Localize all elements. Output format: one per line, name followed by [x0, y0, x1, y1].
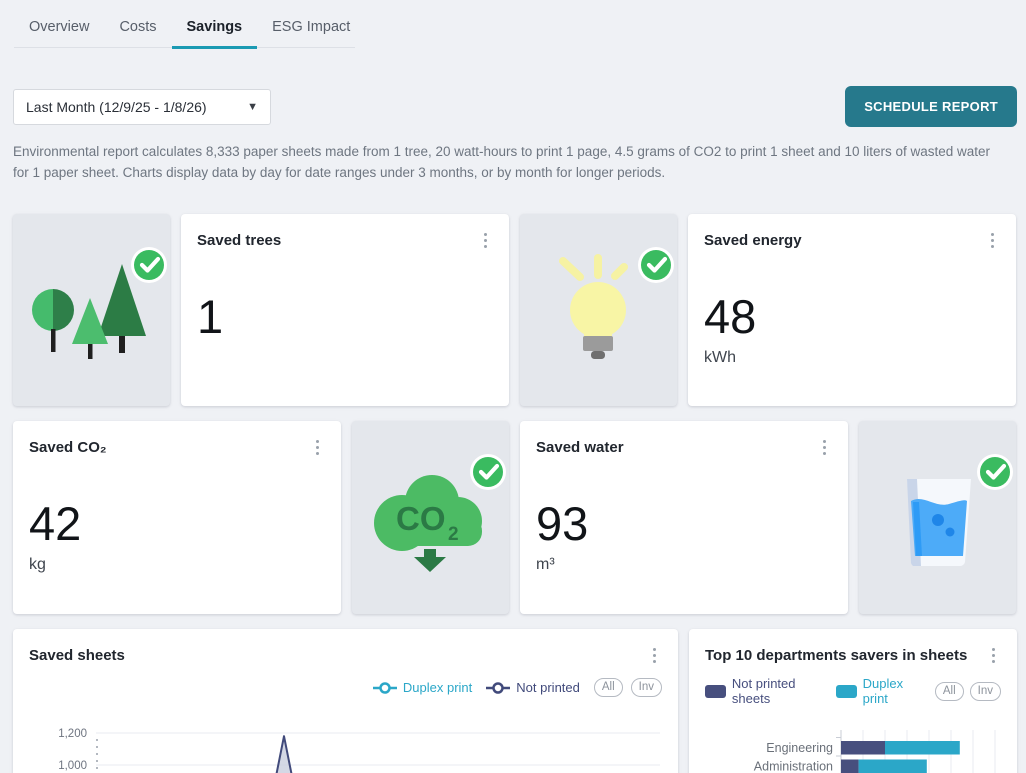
- card-title: Saved trees: [197, 228, 281, 249]
- kebab-menu-button[interactable]: [817, 435, 833, 461]
- svg-text:Administration: Administration: [754, 760, 833, 773]
- kebab-menu-button[interactable]: [647, 643, 663, 669]
- lightbulb-icon: [520, 214, 677, 406]
- check-badge-icon: [131, 247, 167, 283]
- tab-overview[interactable]: Overview: [14, 10, 104, 49]
- saved-energy-value: 48: [704, 293, 1000, 340]
- saved-sheets-chart-card: Saved sheets Duplex print Not prin: [13, 629, 678, 773]
- swatch-icon: [836, 685, 857, 698]
- check-badge-icon: [977, 454, 1013, 490]
- saved-energy-unit: kWh: [704, 349, 1000, 367]
- trees-icon: [13, 214, 170, 406]
- departments-bar-chart: EngineeringAdministrationSales: [705, 714, 1001, 773]
- saved-trees-card: Saved trees 1: [181, 214, 509, 406]
- card-title: Saved water: [536, 435, 624, 456]
- legend-item-duplex-print[interactable]: Duplex print: [836, 676, 923, 706]
- date-range-select[interactable]: Last Month (12/9/25 - 1/8/26) ▼: [13, 89, 271, 125]
- line-marker-icon: [486, 682, 510, 694]
- saved-co2-value: 42: [29, 500, 325, 547]
- swatch-icon: [705, 685, 726, 698]
- chart-title: Top 10 departments savers in sheets: [705, 643, 967, 664]
- legend-label: Duplex print: [863, 676, 923, 706]
- saved-water-illustration: [859, 421, 1016, 614]
- card-title: Saved energy: [704, 228, 802, 249]
- line-marker-icon: [373, 682, 397, 694]
- svg-text:CO: CO: [396, 500, 446, 537]
- kebab-menu-button[interactable]: [985, 228, 1001, 254]
- legend-label: Not printed sheets: [732, 676, 824, 706]
- chevron-down-icon: ▼: [247, 101, 258, 113]
- departments-chart-card: Top 10 departments savers in sheets Not …: [689, 629, 1017, 773]
- tab-esg-impact[interactable]: ESG Impact: [257, 10, 365, 49]
- sheets-chart-legend: Duplex print Not printed All Inv: [29, 678, 662, 697]
- sheets-line-chart: 1,200 1,000: [29, 705, 662, 773]
- svg-text:Engineering: Engineering: [766, 741, 833, 755]
- kebab-menu-button[interactable]: [478, 228, 494, 254]
- kebab-menu-button[interactable]: [986, 643, 1002, 669]
- schedule-report-button[interactable]: SCHEDULE REPORT: [845, 86, 1017, 127]
- legend-all-button[interactable]: All: [594, 678, 623, 697]
- saved-trees-value: 1: [197, 293, 493, 340]
- svg-text:1,200: 1,200: [58, 728, 87, 740]
- legend-item-not-printed[interactable]: Not printed: [486, 680, 580, 695]
- tab-savings[interactable]: Savings: [172, 10, 258, 49]
- chart-row: Saved sheets Duplex print Not prin: [13, 629, 1017, 773]
- tab-bar: Overview Costs Savings ESG Impact: [14, 10, 355, 48]
- saved-co2-card: Saved CO₂ 42 kg: [13, 421, 341, 614]
- legend-item-duplex-print[interactable]: Duplex print: [373, 680, 472, 695]
- saved-energy-illustration: [520, 214, 677, 406]
- legend-inv-button[interactable]: Inv: [631, 678, 662, 697]
- legend-all-button[interactable]: All: [935, 682, 964, 701]
- water-glass-icon: [859, 421, 1016, 614]
- saved-water-unit: m³: [536, 556, 832, 574]
- legend-label: Duplex print: [403, 680, 472, 695]
- departments-chart-legend: Not printed sheets Duplex print All Inv: [705, 676, 1001, 706]
- kebab-menu-button[interactable]: [310, 435, 326, 461]
- co2-cloud-icon: CO 2: [352, 421, 509, 614]
- savings-dashboard: Overview Costs Savings ESG Impact Last M…: [0, 10, 1026, 773]
- svg-text:1,000: 1,000: [58, 760, 87, 772]
- toolbar: Last Month (12/9/25 - 1/8/26) ▼ SCHEDULE…: [13, 86, 1017, 127]
- card-title: Saved CO₂: [29, 435, 107, 456]
- stat-row-2: Saved CO₂ 42 kg CO 2: [13, 421, 1017, 614]
- legend-inv-button[interactable]: Inv: [970, 682, 1001, 701]
- saved-co2-unit: kg: [29, 556, 325, 574]
- tab-costs[interactable]: Costs: [104, 10, 171, 49]
- saved-energy-card: Saved energy 48 kWh: [688, 214, 1016, 406]
- legend-item-not-printed-sheets[interactable]: Not printed sheets: [705, 676, 824, 706]
- legend-label: Not printed: [516, 680, 580, 695]
- report-description: Environmental report calculates 8,333 pa…: [13, 142, 1008, 184]
- saved-water-value: 93: [536, 500, 832, 547]
- chart-title: Saved sheets: [29, 643, 125, 664]
- stat-row-1: Saved trees 1: [13, 214, 1017, 406]
- saved-water-card: Saved water 93 m³: [520, 421, 848, 614]
- date-range-value: Last Month (12/9/25 - 1/8/26): [26, 99, 207, 115]
- saved-trees-illustration: [13, 214, 170, 406]
- check-badge-icon: [638, 247, 674, 283]
- saved-co2-illustration: CO 2: [352, 421, 509, 614]
- check-badge-icon: [470, 454, 506, 490]
- svg-text:2: 2: [448, 524, 459, 545]
